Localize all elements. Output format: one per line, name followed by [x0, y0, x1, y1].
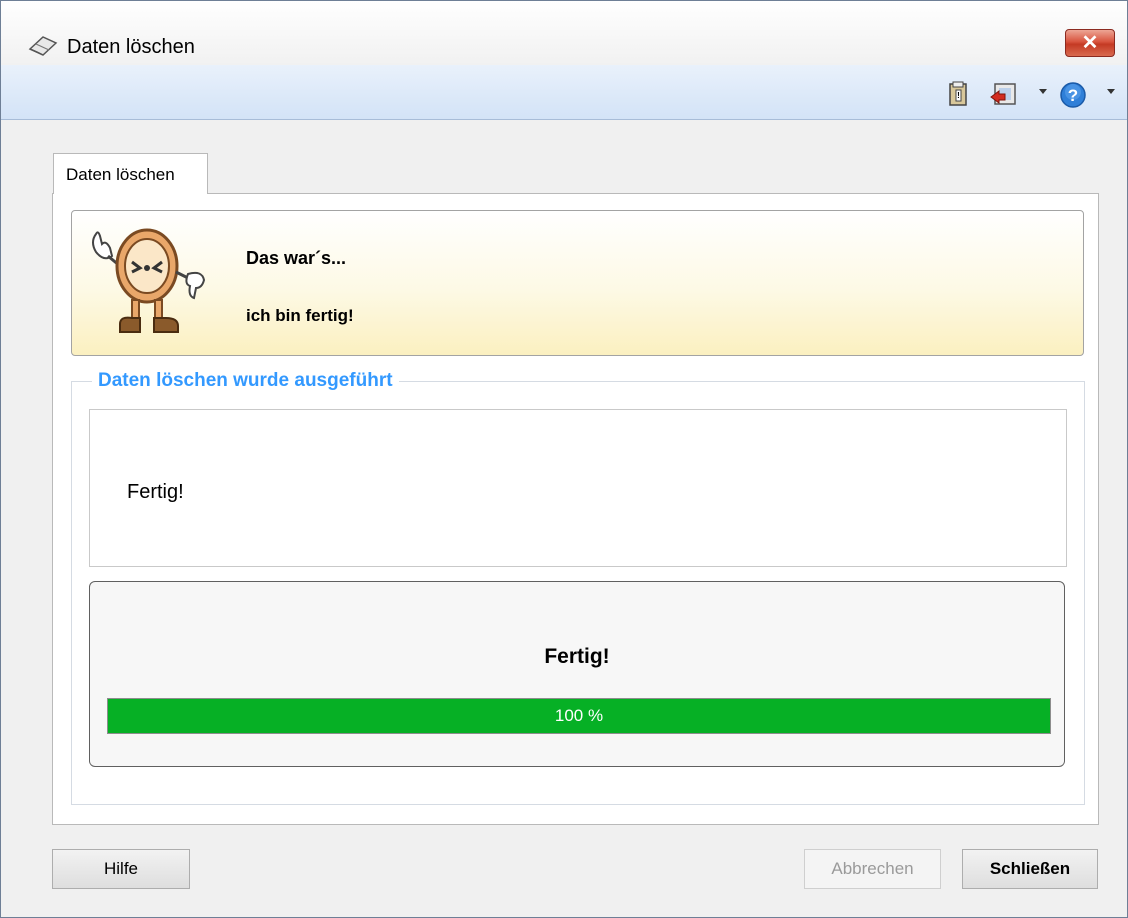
banner-subline: ich bin fertig! [246, 306, 354, 325]
close-dialog-button[interactable]: Schließen [962, 849, 1098, 889]
info-banner [71, 210, 1084, 356]
status-panel [89, 409, 1067, 567]
clock-mascot-icon [92, 228, 206, 333]
close-button[interactable]: ✕ [1065, 29, 1115, 57]
title-bar: Daten löschen ✕ [1, 1, 1127, 65]
help-icon[interactable]: ? [1059, 81, 1087, 109]
progress-panel [89, 581, 1065, 767]
help-dropdown-caret[interactable] [1107, 89, 1115, 94]
tab-label: Daten löschen [66, 165, 175, 184]
eraser-icon [28, 36, 58, 56]
toolbar: ! ? [1, 65, 1127, 120]
tab-daten-loeschen[interactable]: Daten löschen [53, 153, 208, 194]
cancel-button[interactable]: Abbrechen [804, 849, 941, 889]
progress-label: 100 % [554, 706, 604, 725]
help-button[interactable]: Hilfe [52, 849, 190, 889]
exit-dropdown-caret[interactable] [1039, 89, 1047, 94]
svg-text:!: ! [957, 91, 960, 100]
status-text: Fertig! [127, 481, 184, 503]
window-title: Daten löschen [67, 36, 195, 58]
svg-text:?: ? [1068, 86, 1078, 105]
clipboard-icon[interactable]: ! [948, 81, 970, 107]
progress-bar: 100 % [107, 698, 1051, 734]
exit-icon[interactable] [989, 81, 1019, 107]
progress-title: Fertig! [544, 645, 610, 668]
close-icon: ✕ [1081, 32, 1099, 54]
banner-headline: Das war´s... [246, 248, 347, 268]
groupbox-title: Daten löschen wurde ausgeführt [92, 370, 399, 392]
